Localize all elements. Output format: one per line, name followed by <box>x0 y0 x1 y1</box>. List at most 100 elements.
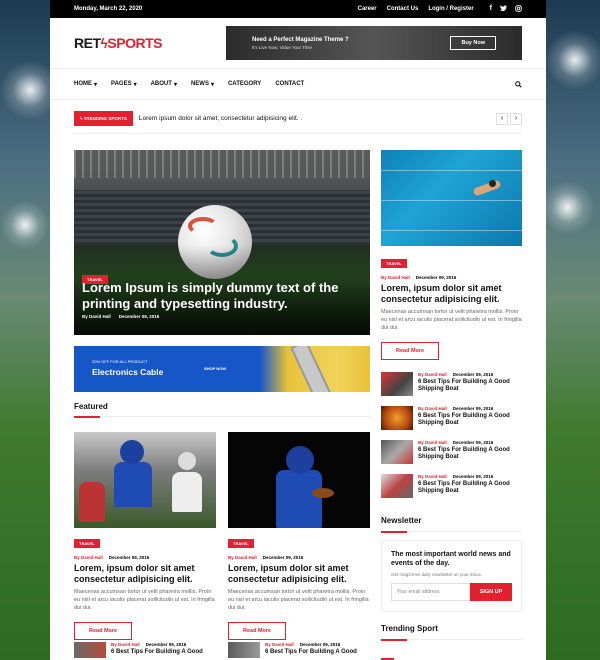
contact-us-link[interactable]: Contact Us <box>387 6 419 12</box>
stadium-light <box>545 30 600 90</box>
header-ad-banner[interactable]: Need a Perfect Magazine Theme ? It's Liv… <box>226 26 522 60</box>
article-thumbnail <box>228 642 260 658</box>
card-tag[interactable]: TRAVEL <box>74 539 100 548</box>
list-title[interactable]: 6 Best Tips For Building A Good <box>265 649 357 655</box>
ticker-text[interactable]: Lorem ipsum dolor sit amet, consectetur … <box>139 115 496 122</box>
card-author[interactable]: By David Hall <box>228 555 257 560</box>
article-thumbnail <box>381 473 413 498</box>
section-divider <box>74 416 370 418</box>
list-item[interactable]: By David Hall December 09, 2016 6 Best Ti… <box>381 371 522 396</box>
newsletter-box: The most important world news and events… <box>381 539 522 612</box>
read-more-button[interactable]: Read More <box>228 621 287 640</box>
website-page: Monday, March 22, 2020 Career Contact Us… <box>50 0 546 660</box>
nav-pages-label: PAGES <box>111 81 132 87</box>
nav-contact[interactable]: CONTACT <box>275 81 304 88</box>
list-item[interactable]: By David Hall December 09, 2016 6 Best Ti… <box>228 642 357 658</box>
list-author[interactable]: By David Hall <box>418 440 447 445</box>
chevron-down-icon: ▾ <box>173 81 177 88</box>
newsletter-heading: Newsletter <box>381 515 422 525</box>
side-author[interactable]: By David Hall <box>381 275 410 280</box>
trending-ticker: ϟ TRENDING SPORTS Lorem ipsum dolor sit … <box>74 104 522 134</box>
trending-label: ϟ TRENDING SPORTS <box>74 111 133 126</box>
chevron-down-icon: ▾ <box>133 81 137 88</box>
sidebar: TRAVEL By David Hall December 09, 2016 Lo… <box>381 150 522 660</box>
promo-banner[interactable]: 20% OFF FOR ALL PRODUCT Electronics Cabl… <box>74 346 370 392</box>
shop-now-link[interactable]: SHOP NOW <box>204 366 226 371</box>
article-thumbnail <box>74 642 106 658</box>
hero-author[interactable]: By David Hall <box>82 314 111 319</box>
login-register-link[interactable]: Login / Register <box>428 6 473 12</box>
list-title[interactable]: 6 Best Tips For Building A Good Shipping… <box>418 447 522 462</box>
promo-title: Electronics Cable <box>92 367 164 377</box>
list-author[interactable]: By David Hall <box>418 406 447 411</box>
nav-about[interactable]: ABOUT ▾ <box>151 81 177 88</box>
newsletter-subtitle: Get magzrenvi daily newsletter on your i… <box>391 571 483 577</box>
email-input[interactable]: Your email address <box>391 582 470 601</box>
section-divider <box>381 638 522 641</box>
top-bar: Monday, March 22, 2020 Career Contact Us… <box>50 0 546 18</box>
nav-category[interactable]: CATEGORY <box>228 81 261 88</box>
chevron-down-icon: ▾ <box>210 81 214 88</box>
logo-part-1: RET <box>74 35 101 51</box>
read-more-button[interactable]: Read More <box>381 341 440 360</box>
list-author[interactable]: By David Hall <box>418 474 447 479</box>
chevron-left-icon[interactable]: ‹ <box>496 112 508 125</box>
list-date: December 09, 2016 <box>452 439 494 445</box>
nav-home[interactable]: HOME ▾ <box>74 81 97 88</box>
list-title[interactable]: 6 Best Tips For Building A Good Shipping… <box>418 413 522 428</box>
buy-now-button[interactable]: Buy Now <box>450 36 496 50</box>
read-more-button[interactable]: Read More <box>74 621 133 640</box>
main-nav: HOME ▾ PAGES ▾ ABOUT ▾ NEWS ▾ CATEGORY CONTA… <box>50 68 546 100</box>
stadium-light <box>0 200 50 250</box>
card-description: Maecenas accumsan tortor ut velit pharet… <box>74 588 215 611</box>
current-date: Monday, March 22, 2020 <box>74 6 143 12</box>
sign-up-button[interactable]: SIGN UP <box>470 582 512 601</box>
hero-date: December 09, 2016 <box>118 314 160 319</box>
twitter-icon[interactable] <box>500 4 507 14</box>
side-tag[interactable]: TRAVEL <box>381 259 407 268</box>
list-item[interactable]: By David Hall December 09, 2016 6 Best Ti… <box>381 439 522 464</box>
card-title[interactable]: Lorem, ipsum dolor sit amet consectetur … <box>74 563 216 585</box>
list-author[interactable]: By David Hall <box>418 372 447 377</box>
career-link[interactable]: Career <box>358 6 377 12</box>
nav-pages[interactable]: PAGES ▾ <box>111 81 137 88</box>
list-item[interactable]: By David Hall December 09, 2016 6 Best Ti… <box>381 473 522 498</box>
instagram-icon[interactable] <box>515 4 522 14</box>
chevron-down-icon: ▾ <box>94 81 98 88</box>
site-header: RETϟSPORTS Need a Perfect Magazine Theme… <box>50 18 546 68</box>
football-player-image[interactable] <box>74 432 216 528</box>
card-tag[interactable]: TRAVEL <box>228 539 254 548</box>
header-ad-title: Need a Perfect Magazine Theme ? <box>252 36 349 43</box>
featured-card: TRAVEL By David Hall December 09, 2016 Lo… <box>74 432 216 640</box>
side-title[interactable]: Lorem, ipsum dolor sit amet consectetur … <box>381 283 522 305</box>
list-author[interactable]: By David Hall <box>265 642 294 647</box>
featured-card: TRAVEL By David Hall December 09, 2016 Lo… <box>228 432 370 640</box>
list-author[interactable]: By David Hall <box>111 642 140 647</box>
card-title[interactable]: Lorem, ipsum dolor sit amet consectetur … <box>228 563 370 585</box>
hero-image-roof <box>74 150 370 178</box>
list-item[interactable]: By David Hall December 09, 2016 6 Best Ti… <box>74 642 203 658</box>
article-thumbnail <box>381 371 413 396</box>
facebook-icon[interactable]: f <box>490 5 492 14</box>
site-logo[interactable]: RETϟSPORTS <box>74 35 162 51</box>
nav-news[interactable]: NEWS ▾ <box>191 81 214 88</box>
list-title[interactable]: 6 Best Tips For Building A Good Shipping… <box>418 481 522 496</box>
side-date: December 09, 2016 <box>415 275 457 280</box>
card-description: Maecenas accumsan tortor ut velit pharet… <box>228 588 369 611</box>
list-title[interactable]: 6 Best Tips For Building A Good <box>111 649 203 655</box>
hero-article[interactable]: TRAVEL Lorem Ipsum is simply dummy text … <box>74 150 370 335</box>
section-divider <box>381 530 522 533</box>
card-author[interactable]: By David Hall <box>74 555 103 560</box>
nav-contact-label: CONTACT <box>275 81 305 87</box>
featured-heading: Featured <box>74 402 108 411</box>
trending-sport-heading: Trending Sport <box>381 623 438 633</box>
football-player-image[interactable] <box>228 432 370 528</box>
hero-title[interactable]: Lorem Ipsum is simply dummy text of the … <box>82 280 352 313</box>
list-date: December 09, 2016 <box>299 642 341 647</box>
chevron-right-icon[interactable]: › <box>510 112 522 125</box>
list-date: December 09, 2016 <box>452 371 494 377</box>
swimmer-image[interactable] <box>381 150 522 246</box>
list-item[interactable]: By David Hall December 09, 2016 6 Best Ti… <box>381 405 522 430</box>
search-icon[interactable] <box>515 75 522 93</box>
list-title[interactable]: 6 Best Tips For Building A Good Shipping… <box>418 379 522 394</box>
